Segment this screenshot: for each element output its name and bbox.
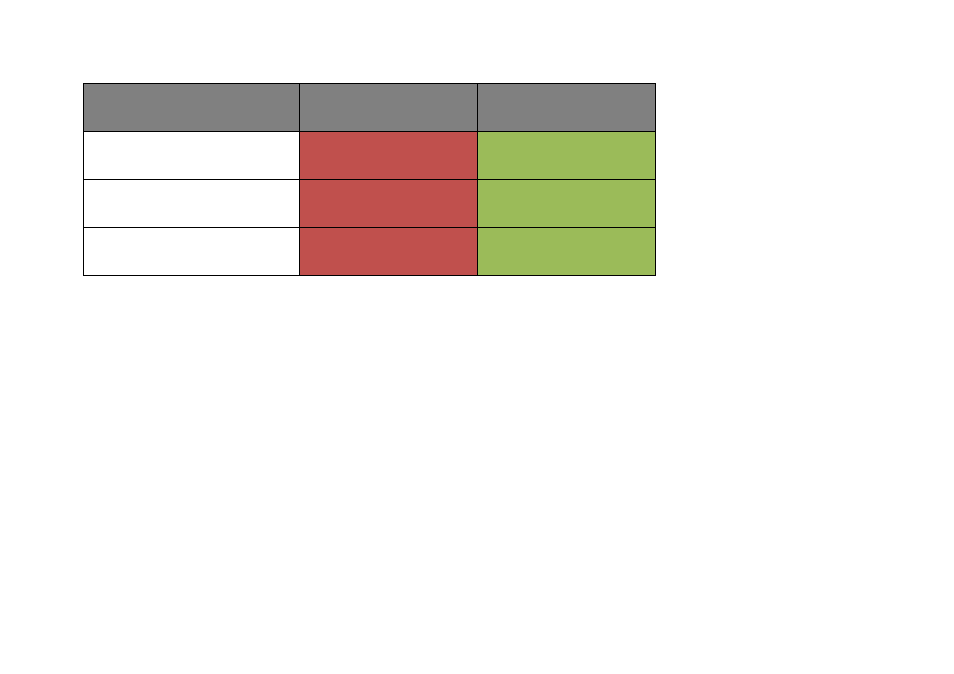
header-label (478, 84, 655, 131)
table-header-cell (84, 84, 300, 132)
cell-value (478, 180, 655, 227)
table-row (84, 132, 656, 180)
table-chart (83, 83, 656, 276)
cell-label (84, 132, 299, 179)
table-cell (478, 180, 656, 228)
table-cell (84, 132, 300, 180)
cell-value (300, 180, 477, 227)
table-cell (478, 228, 656, 276)
header-label (300, 84, 477, 131)
cell-value (300, 132, 477, 179)
table-cell (478, 132, 656, 180)
table-cell (300, 132, 478, 180)
table-header-row (84, 84, 656, 132)
table-row (84, 180, 656, 228)
table-cell (300, 228, 478, 276)
cell-label (84, 228, 299, 275)
header-label (84, 84, 299, 131)
table-cell (84, 228, 300, 276)
table-header-cell (478, 84, 656, 132)
table-cell (300, 180, 478, 228)
table-row (84, 228, 656, 276)
cell-value (478, 132, 655, 179)
data-table (83, 83, 656, 276)
cell-value (300, 228, 477, 275)
table-header-cell (300, 84, 478, 132)
cell-value (478, 228, 655, 275)
cell-label (84, 180, 299, 227)
table-cell (84, 180, 300, 228)
